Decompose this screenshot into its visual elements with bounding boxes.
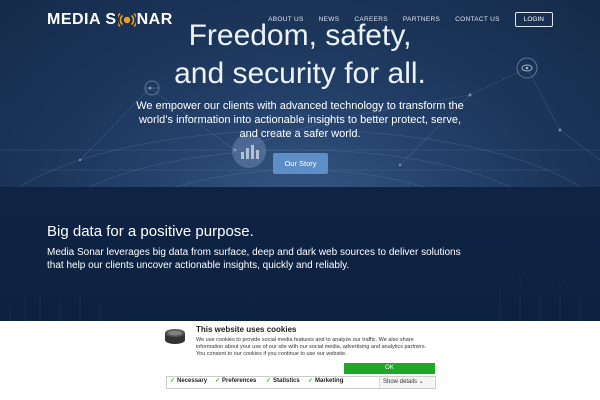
hero-subtext-line3: and create a safer world. (239, 128, 361, 140)
section-title: Big data for a positive purpose. (47, 223, 254, 240)
cookie-option-preferences[interactable]: ✓ Preferences (215, 377, 256, 386)
cookie-option-statistics[interactable]: ✓ Statistics (266, 377, 300, 386)
check-icon: ✓ (170, 378, 176, 384)
hero-subtext: We empower our clients with advanced tec… (0, 99, 600, 141)
cookie-ok-button[interactable]: OK (344, 363, 435, 374)
hero-section: MEDIA S NAR ABOUT US NEWS CAREERS PARTNE… (0, 0, 600, 187)
check-icon: ✓ (266, 378, 272, 384)
check-icon: ✓ (215, 378, 221, 384)
hero-subtext-line2: world’s information into actionable insi… (138, 114, 462, 126)
cookie-option-marketing[interactable]: ✓ Marketing (308, 377, 343, 386)
our-story-button[interactable]: Our Story (273, 153, 328, 174)
check-icon: ✓ (308, 378, 314, 384)
section-text: Media Sonar leverages big data from surf… (47, 247, 461, 271)
cookie-option-necessary[interactable]: ✓ Necessary (170, 377, 207, 386)
hero-subtext-line1: We empower our clients with advanced tec… (136, 100, 464, 112)
cookie-icon (165, 329, 185, 344)
hero-headline-line1: Freedom, safety, (188, 19, 412, 52)
cookie-text: We use cookies to provide social media f… (196, 337, 427, 357)
chevron-down-icon: ⌄ (418, 379, 424, 385)
show-details-button[interactable]: Show details ⌄ (379, 377, 434, 388)
cookie-title: This website uses cookies (196, 325, 297, 334)
hero-headline-line2: and security for all. (174, 57, 426, 90)
